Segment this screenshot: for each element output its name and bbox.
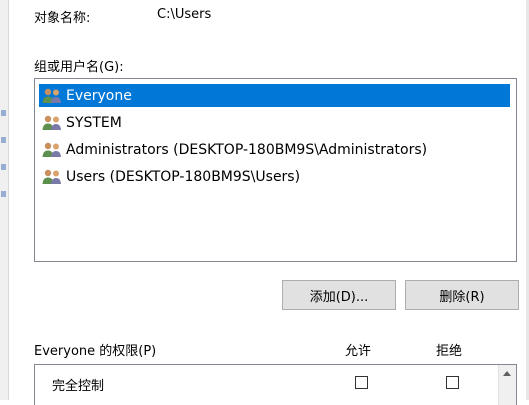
edge-mark bbox=[1, 164, 6, 170]
users-group-icon bbox=[42, 115, 61, 130]
list-item-label: SYSTEM bbox=[66, 114, 122, 131]
allow-column-header: 允许 bbox=[345, 344, 372, 359]
object-name-label: 对象名称: bbox=[34, 11, 91, 26]
users-group-icon bbox=[42, 169, 61, 184]
list-item-users[interactable]: Users (DESKTOP-180BM9S\Users) bbox=[39, 165, 510, 188]
edge-mark bbox=[1, 110, 6, 116]
add-button[interactable]: 添加(D)... bbox=[282, 280, 396, 310]
object-name-value: C:\Users bbox=[157, 7, 212, 22]
full-control-deny-checkbox[interactable] bbox=[446, 376, 459, 389]
left-window-edge bbox=[0, 0, 9, 400]
permissions-scrollbar[interactable] bbox=[498, 365, 516, 405]
edge-mark bbox=[1, 137, 6, 143]
list-item-system[interactable]: SYSTEM bbox=[39, 111, 510, 134]
list-item-label: Users (DESKTOP-180BM9S\Users) bbox=[66, 168, 301, 185]
group-list-label: 组或用户名(G): bbox=[34, 60, 124, 75]
remove-button[interactable]: 删除(R) bbox=[405, 280, 519, 310]
list-item-everyone[interactable]: Everyone bbox=[39, 84, 510, 107]
deny-column-header: 拒绝 bbox=[436, 344, 463, 359]
full-control-allow-checkbox[interactable] bbox=[355, 376, 368, 389]
group-user-listbox[interactable]: Everyone SYSTEM Administrators (DESKTOP-… bbox=[34, 78, 517, 262]
edge-mark bbox=[1, 191, 6, 197]
permission-full-control-label: 完全控制 bbox=[52, 379, 105, 394]
users-group-icon bbox=[42, 88, 61, 103]
permissions-label: Everyone 的权限(P) bbox=[34, 344, 157, 359]
list-item-administrators[interactable]: Administrators (DESKTOP-180BM9S\Administ… bbox=[39, 138, 510, 161]
users-group-icon bbox=[42, 142, 61, 157]
list-item-label: Administrators (DESKTOP-180BM9S\Administ… bbox=[66, 141, 428, 158]
chevron-up-icon[interactable] bbox=[503, 371, 511, 376]
list-item-label: Everyone bbox=[66, 87, 132, 104]
permissions-list[interactable]: 完全控制 bbox=[34, 364, 517, 405]
